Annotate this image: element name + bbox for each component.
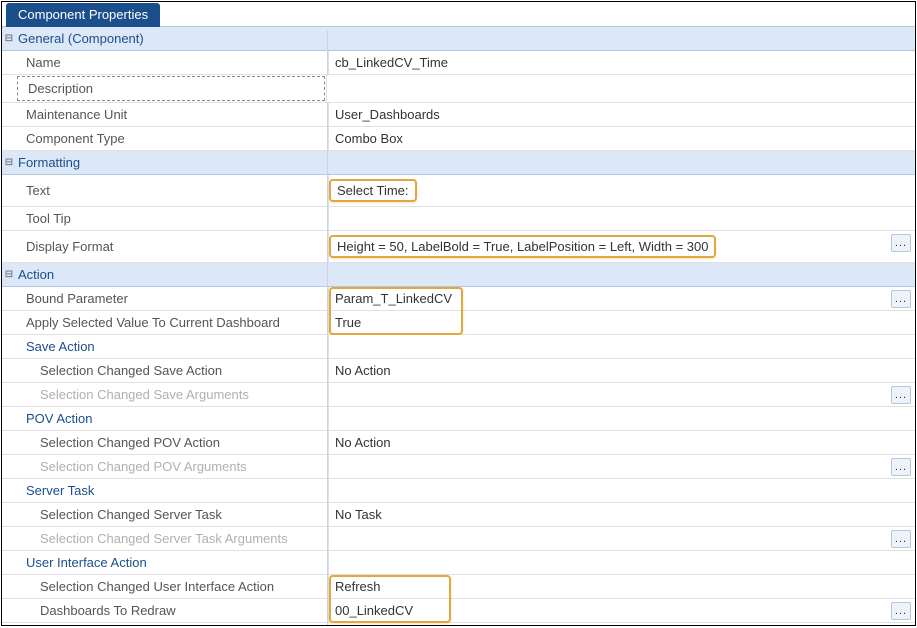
row-bound-parameter[interactable]: Bound Parameter Param_T_LinkedCV ... — [2, 287, 915, 311]
collapse-icon[interactable]: ⊟ — [2, 263, 16, 286]
highlight-group-ui: Selection Changed User Interface Action … — [2, 575, 915, 623]
subsection-label: POV Action — [16, 407, 328, 430]
highlight-group-bound: Bound Parameter Param_T_LinkedCV ... App… — [2, 287, 915, 335]
prop-label: Tool Tip — [16, 207, 328, 230]
ellipsis-button[interactable]: ... — [891, 290, 911, 308]
prop-label: Selection Changed Server Task Arguments — [16, 527, 328, 550]
collapse-icon[interactable]: ⊟ — [2, 27, 16, 50]
subsection-ui-action[interactable]: User Interface Action — [2, 551, 915, 575]
prop-label: Selection Changed POV Arguments — [16, 455, 328, 478]
row-description[interactable]: Description — [2, 75, 915, 103]
row-save-action-sel[interactable]: Selection Changed Save Action No Action — [2, 359, 915, 383]
prop-value[interactable]: No Action — [328, 359, 915, 382]
property-grid: ⊟ General (Component) Name cb_LinkedCV_T… — [2, 27, 915, 623]
prop-label: Text — [16, 175, 328, 206]
row-tooltip[interactable]: Tool Tip — [2, 207, 915, 231]
highlight-box: Height = 50, LabelBold = True, LabelPosi… — [329, 235, 716, 258]
section-label: Formatting — [16, 151, 328, 174]
row-maintenance-unit[interactable]: Maintenance Unit User_Dashboards — [2, 103, 915, 127]
prop-value[interactable]: No Task — [328, 503, 915, 526]
row-display-format[interactable]: Display Format Height = 50, LabelBold = … — [2, 231, 915, 263]
row-apply-selected-value[interactable]: Apply Selected Value To Current Dashboar… — [2, 311, 915, 335]
prop-label: Selection Changed User Interface Action — [16, 575, 328, 598]
prop-label: Maintenance Unit — [16, 103, 328, 126]
collapse-icon[interactable]: ⊟ — [2, 151, 16, 174]
prop-value[interactable]: No Action — [328, 431, 915, 454]
row-text[interactable]: Text Select Time: — [2, 175, 915, 207]
prop-value[interactable]: Select Time: — [328, 175, 915, 206]
subsection-label: User Interface Action — [16, 551, 328, 574]
prop-label: Apply Selected Value To Current Dashboar… — [16, 311, 328, 334]
prop-label: Selection Changed Save Arguments — [16, 383, 328, 406]
row-dashboards-redraw[interactable]: Dashboards To Redraw 00_LinkedCV ... — [2, 599, 915, 623]
prop-label: Bound Parameter — [16, 287, 328, 310]
prop-label: Selection Changed POV Action — [16, 431, 328, 454]
prop-value[interactable]: ... — [328, 455, 915, 478]
prop-value[interactable]: Refresh — [328, 575, 915, 598]
row-pov-action-args[interactable]: Selection Changed POV Arguments ... — [2, 455, 915, 479]
ellipsis-button[interactable]: ... — [891, 234, 911, 252]
prop-value[interactable]: ... — [328, 383, 915, 406]
prop-label: Name — [16, 51, 328, 74]
prop-label: Description — [17, 76, 325, 101]
prop-value[interactable]: 00_LinkedCV ... — [328, 599, 915, 622]
row-pov-action-sel[interactable]: Selection Changed POV Action No Action — [2, 431, 915, 455]
prop-value[interactable] — [326, 75, 915, 102]
section-label: Action — [16, 263, 328, 286]
row-server-task-sel[interactable]: Selection Changed Server Task No Task — [2, 503, 915, 527]
row-name[interactable]: Name cb_LinkedCV_Time — [2, 51, 915, 75]
prop-value[interactable]: Combo Box — [328, 127, 915, 150]
prop-value[interactable]: Param_T_LinkedCV ... — [328, 287, 915, 310]
subsection-label: Server Task — [16, 479, 328, 502]
ellipsis-button[interactable]: ... — [891, 458, 911, 476]
section-label: General (Component) — [16, 27, 328, 50]
prop-label: Component Type — [16, 127, 328, 150]
prop-value[interactable]: ... — [328, 527, 915, 550]
prop-label: Selection Changed Save Action — [16, 359, 328, 382]
section-formatting[interactable]: ⊟ Formatting — [2, 151, 915, 175]
prop-value[interactable]: True — [328, 311, 915, 334]
prop-label: Selection Changed Server Task — [16, 503, 328, 526]
row-save-action-args[interactable]: Selection Changed Save Arguments ... — [2, 383, 915, 407]
tab-component-properties[interactable]: Component Properties — [6, 3, 160, 27]
component-properties-panel: Component Properties ⊟ General (Componen… — [1, 1, 916, 626]
row-ui-action-sel[interactable]: Selection Changed User Interface Action … — [2, 575, 915, 599]
tab-bar: Component Properties — [2, 2, 915, 27]
prop-value[interactable]: User_Dashboards — [328, 103, 915, 126]
row-component-type[interactable]: Component Type Combo Box — [2, 127, 915, 151]
subsection-server-task[interactable]: Server Task — [2, 479, 915, 503]
row-server-task-args[interactable]: Selection Changed Server Task Arguments … — [2, 527, 915, 551]
highlight-box: Select Time: — [329, 179, 417, 202]
section-action[interactable]: ⊟ Action — [2, 263, 915, 287]
subsection-label: Save Action — [16, 335, 328, 358]
ellipsis-button[interactable]: ... — [891, 602, 911, 620]
prop-label: Dashboards To Redraw — [16, 599, 328, 622]
subsection-pov-action[interactable]: POV Action — [2, 407, 915, 431]
prop-value[interactable]: Height = 50, LabelBold = True, LabelPosi… — [328, 231, 915, 262]
section-general[interactable]: ⊟ General (Component) — [2, 27, 915, 51]
subsection-save-action[interactable]: Save Action — [2, 335, 915, 359]
prop-label: Display Format — [16, 231, 328, 262]
ellipsis-button[interactable]: ... — [891, 530, 911, 548]
ellipsis-button[interactable]: ... — [891, 386, 911, 404]
prop-value[interactable] — [328, 207, 915, 230]
prop-value[interactable]: cb_LinkedCV_Time — [328, 51, 915, 74]
